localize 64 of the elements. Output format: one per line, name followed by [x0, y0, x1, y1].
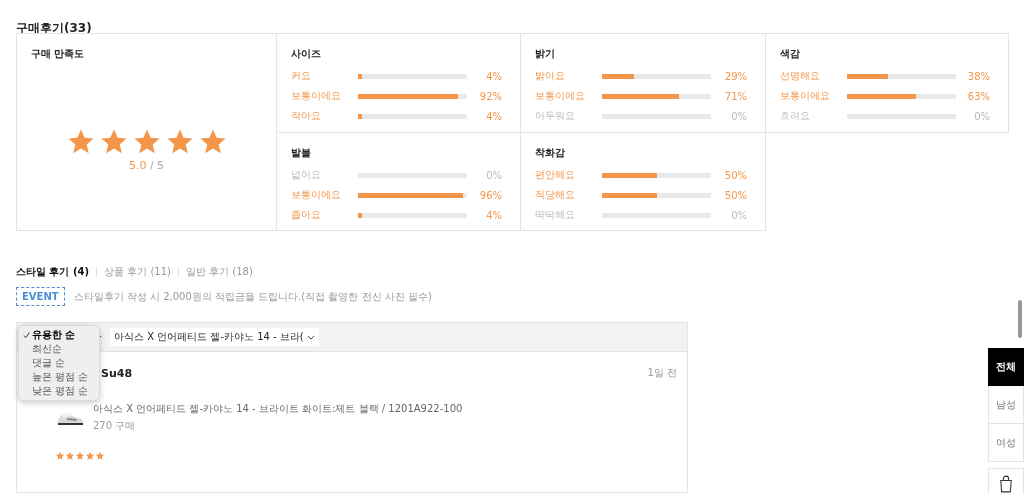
option-label: 편안해요	[535, 168, 576, 182]
option-label: 밝아요	[535, 69, 566, 83]
scrollbar-thumb[interactable]	[1018, 300, 1022, 338]
purchase-info: 270 구매	[93, 419, 137, 433]
percent: 92%	[479, 90, 502, 102]
star-icon	[55, 451, 65, 461]
review-tab[interactable]: 스타일 후기 (4)	[16, 265, 90, 279]
score: 5.0	[128, 159, 147, 172]
gender-tab[interactable]: 남성	[988, 386, 1024, 424]
card-heading: 사이즈	[291, 47, 322, 61]
score-max: / 5	[149, 159, 165, 172]
percent: 38%	[967, 70, 990, 82]
percent: 0%	[731, 209, 747, 221]
percent: 96%	[479, 189, 502, 201]
percent: 63%	[967, 90, 990, 102]
menu-item[interactable]: 유용한 순	[19, 328, 99, 342]
card-heading: 밝기	[535, 47, 556, 61]
option-label: 딱딱해요	[535, 208, 576, 222]
card-heading: 발볼	[291, 146, 312, 160]
cart-button[interactable]	[988, 468, 1024, 494]
option-label: 보통이에요	[291, 188, 342, 202]
percent: 0%	[731, 110, 747, 122]
percent: 29%	[724, 70, 747, 82]
percent: 50%	[724, 189, 747, 201]
percent: 4%	[486, 110, 502, 122]
percent: 71%	[724, 90, 747, 102]
section-title: 구매후기(33)	[16, 20, 93, 33]
review-date: 1일 전	[647, 366, 677, 380]
percent: 0%	[974, 110, 990, 122]
option-label: 흐려요	[780, 109, 811, 123]
product-name: 아식스 X 언어페티드 젤-카야노 14 - 브라이트 화이트:제트 블랙 / 1201A922-100	[93, 402, 463, 416]
option-label: 보통이에요	[535, 89, 586, 103]
card-heading: 착화감	[535, 146, 566, 160]
menu-item[interactable]: 최신순	[19, 342, 99, 356]
menu-item[interactable]: 댓글 순	[19, 356, 99, 370]
product-dropdown[interactable]: 아식스 X 언어페티드 젤-카야노 14 - 브라(	[110, 328, 319, 346]
option-label: 보통이에요	[780, 89, 831, 103]
gender-tab[interactable]: 여성	[988, 424, 1024, 462]
option-label: 커요	[291, 69, 312, 83]
percent: 0%	[486, 169, 502, 181]
percent: 4%	[486, 70, 502, 82]
menu-item[interactable]: 높은 평점 순	[19, 370, 99, 384]
option-label: 작아요	[291, 109, 322, 123]
star-icon	[85, 451, 95, 461]
option-label: 어두워요	[535, 109, 576, 123]
event-badge: EVENT	[16, 287, 65, 306]
card-heading: 구매 만족도	[31, 47, 86, 61]
percent: 4%	[486, 209, 502, 221]
card-heading: 색감	[780, 47, 801, 61]
menu-item[interactable]: 낮은 평점 순	[19, 384, 99, 398]
event-text: 스타일후기 작성 시 2,000원의 적립금을 드립니다.(직접 촬영한 전신 사진 필수)	[73, 289, 432, 304]
percent: 50%	[724, 169, 747, 181]
check-icon	[23, 331, 30, 339]
option-label: 좁아요	[291, 208, 322, 222]
option-label: 넓어요	[291, 168, 322, 182]
shopping-bag-icon	[999, 475, 1013, 493]
star-icon	[65, 451, 75, 461]
gender-tab[interactable]: 전체	[988, 348, 1024, 386]
option-label: 보통이에요	[291, 89, 342, 103]
star-icon	[75, 451, 85, 461]
option-label: 선명해요	[780, 69, 821, 83]
username: Su48	[101, 366, 133, 380]
star-icon	[95, 451, 105, 461]
option-label: 적당해요	[535, 188, 576, 202]
